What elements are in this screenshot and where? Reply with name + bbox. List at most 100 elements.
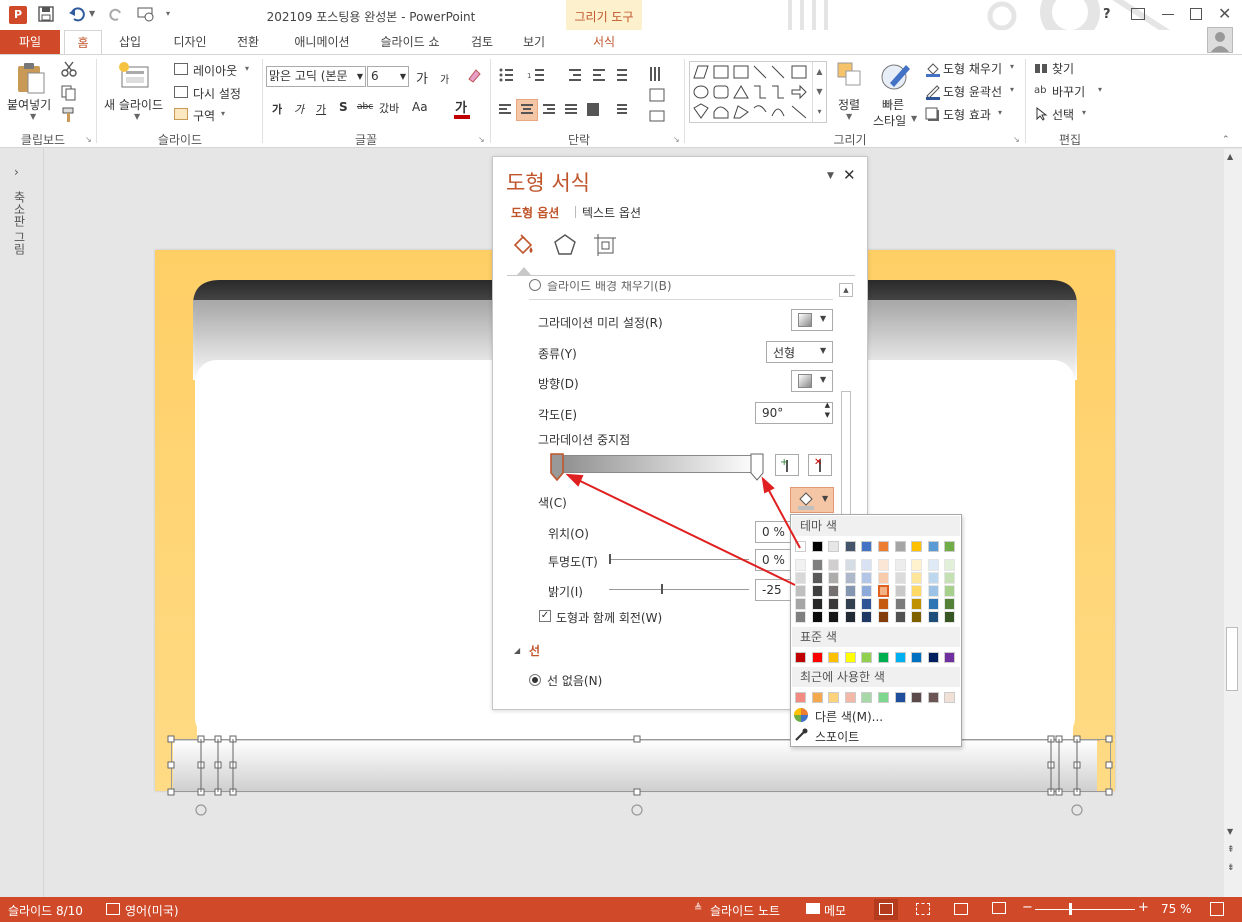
standard-color-swatch[interactable]: [944, 652, 956, 663]
gradient-stop-handle-left[interactable]: [550, 453, 564, 481]
recent-color-swatch[interactable]: [861, 692, 873, 703]
direction-dropdown[interactable]: ▼: [791, 370, 833, 392]
theme-shade-swatch[interactable]: [861, 598, 873, 610]
recent-color-swatch[interactable]: [878, 692, 889, 703]
normal-view-button[interactable]: [874, 899, 898, 920]
standard-color-swatch[interactable]: [927, 652, 939, 663]
recent-color-swatch[interactable]: [894, 692, 906, 703]
rotate-with-shape-label[interactable]: 도형과 함께 회전(W): [556, 609, 662, 626]
zoom-in-button[interactable]: +: [1138, 900, 1149, 915]
brightness-slider-thumb[interactable]: [661, 584, 663, 594]
recent-color-swatch[interactable]: [944, 692, 956, 703]
standard-color-swatch[interactable]: [911, 652, 923, 663]
theme-shade-swatch[interactable]: [811, 585, 823, 597]
theme-shade-swatch[interactable]: [828, 559, 840, 571]
recent-color-swatch[interactable]: [828, 692, 840, 703]
spin-buttons-icon[interactable]: ▲ ▼: [825, 400, 830, 420]
gradient-stops-bar[interactable]: [553, 455, 759, 473]
theme-shade-swatch[interactable]: [911, 598, 923, 610]
recent-color-swatch[interactable]: [795, 692, 806, 703]
slide-sorter-button[interactable]: [916, 903, 930, 915]
preset-gradient-dropdown[interactable]: ▼: [791, 309, 833, 331]
theme-shade-swatch[interactable]: [878, 611, 889, 623]
theme-shade-swatch[interactable]: [795, 598, 806, 610]
slide-background-fill-radio[interactable]: [529, 279, 541, 291]
zoom-slider-thumb[interactable]: [1069, 903, 1072, 915]
notes-icon[interactable]: ≜: [694, 903, 702, 914]
theme-shade-swatch[interactable]: [878, 559, 889, 571]
size-properties-icon[interactable]: [593, 233, 617, 257]
theme-shade-swatch[interactable]: [795, 559, 806, 571]
theme-shade-swatch[interactable]: [844, 572, 856, 584]
theme-color-swatch[interactable]: [944, 541, 956, 552]
tab-shape-options[interactable]: 도형 옵션: [511, 204, 559, 221]
standard-color-swatch[interactable]: [811, 652, 823, 663]
theme-shade-swatch[interactable]: [811, 572, 823, 584]
type-dropdown[interactable]: 선형 ▼: [766, 341, 833, 363]
theme-shade-swatch[interactable]: [844, 598, 856, 610]
fit-to-window-icon[interactable]: [1210, 902, 1224, 916]
comments-button[interactable]: 메모: [824, 902, 846, 919]
brightness-input[interactable]: -25 %: [755, 579, 791, 601]
slideshow-button[interactable]: [992, 902, 1006, 914]
standard-color-swatch[interactable]: [844, 652, 856, 663]
theme-shade-swatch[interactable]: [828, 585, 840, 597]
standard-color-swatch[interactable]: [894, 652, 906, 663]
notes-button[interactable]: 슬라이드 노트: [710, 902, 780, 919]
theme-color-swatch[interactable]: [878, 541, 889, 552]
theme-shade-swatch[interactable]: [944, 611, 956, 623]
zoom-slider-track[interactable]: [1035, 909, 1135, 910]
theme-shade-swatch[interactable]: [861, 585, 873, 597]
theme-shade-swatch[interactable]: [811, 598, 823, 610]
theme-color-swatch[interactable]: [811, 541, 823, 552]
transparency-slider-track[interactable]: [609, 559, 749, 560]
transparency-input[interactable]: 0 %: [755, 549, 791, 571]
theme-shade-swatch[interactable]: [828, 572, 840, 584]
standard-color-swatch[interactable]: [795, 652, 806, 663]
theme-shade-swatch[interactable]: [844, 611, 856, 623]
no-line-radio[interactable]: [529, 674, 541, 686]
tab-text-options[interactable]: 텍스트 옵션: [582, 204, 641, 221]
theme-shade-swatch[interactable]: [795, 572, 806, 584]
theme-shade-swatch[interactable]: [911, 611, 923, 623]
theme-shade-swatch[interactable]: [861, 559, 873, 571]
spell-check-icon[interactable]: [106, 903, 120, 915]
recent-color-swatch[interactable]: [927, 692, 939, 703]
theme-shade-swatch[interactable]: [944, 572, 956, 584]
recent-color-swatch[interactable]: [811, 692, 823, 703]
theme-color-swatch[interactable]: [911, 541, 923, 552]
theme-shade-swatch[interactable]: [894, 572, 906, 584]
theme-shade-swatch[interactable]: [927, 611, 939, 623]
theme-shade-swatch[interactable]: [894, 559, 906, 571]
effects-pentagon-icon[interactable]: [553, 233, 577, 257]
pane-close-icon[interactable]: ✕: [843, 166, 856, 184]
theme-shade-swatch[interactable]: [944, 585, 956, 597]
selected-theme-shade-swatch[interactable]: [878, 585, 889, 597]
theme-shade-swatch[interactable]: [894, 611, 906, 623]
theme-shade-swatch[interactable]: [795, 611, 806, 623]
recent-color-swatch[interactable]: [844, 692, 856, 703]
no-line-label[interactable]: 선 없음(N): [547, 672, 602, 689]
theme-shade-swatch[interactable]: [828, 611, 840, 623]
fill-line-icon[interactable]: [511, 233, 537, 259]
theme-color-swatch[interactable]: [828, 541, 840, 552]
angle-input[interactable]: 90° ▲ ▼: [755, 400, 833, 424]
gradient-stop-handle-right[interactable]: [750, 453, 764, 481]
line-section-header[interactable]: 선: [529, 642, 540, 659]
theme-shade-swatch[interactable]: [911, 585, 923, 597]
brightness-slider-track[interactable]: [609, 589, 749, 590]
zoom-out-button[interactable]: −: [1022, 900, 1033, 915]
position-input[interactable]: 0 %: [755, 521, 791, 543]
theme-shade-swatch[interactable]: [828, 598, 840, 610]
theme-shade-swatch[interactable]: [894, 585, 906, 597]
language-indicator[interactable]: 영어(미국): [125, 902, 179, 919]
theme-shade-swatch[interactable]: [944, 598, 956, 610]
comments-icon[interactable]: [806, 903, 820, 914]
collapse-section-icon[interactable]: ◢: [514, 646, 520, 655]
theme-shade-swatch[interactable]: [927, 559, 939, 571]
theme-shade-swatch[interactable]: [911, 572, 923, 584]
remove-gradient-stop-button[interactable]: ✕: [808, 454, 832, 476]
theme-shade-swatch[interactable]: [911, 559, 923, 571]
theme-shade-swatch[interactable]: [861, 611, 873, 623]
theme-shade-swatch[interactable]: [878, 572, 889, 584]
